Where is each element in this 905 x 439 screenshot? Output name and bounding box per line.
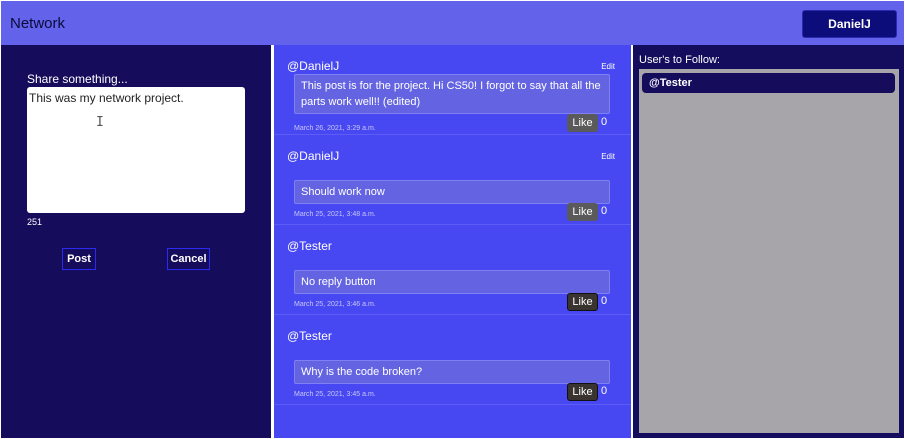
like-count: 0	[601, 295, 608, 307]
top-navbar: Network DanielJ	[1, 1, 904, 45]
post-button[interactable]: Post	[62, 248, 96, 270]
post-date: March 25, 2021, 3:48 a.m.	[294, 211, 376, 218]
share-label: Share something...	[27, 72, 128, 86]
post-content: This post is for the project. Hi CS50! I…	[294, 74, 610, 114]
text-cursor-icon: I	[96, 115, 104, 130]
like-button[interactable]: Like	[567, 383, 598, 401]
cancel-button[interactable]: Cancel	[167, 248, 210, 270]
post-author[interactable]: @Tester	[287, 329, 332, 343]
char-count: 251	[27, 217, 43, 227]
post-textarea[interactable]: This was my network project. I	[27, 87, 245, 213]
like-button[interactable]: Like	[567, 203, 598, 221]
follow-label: User's to Follow:	[639, 54, 720, 66]
post-content: Should work now	[294, 180, 610, 204]
post-date: March 25, 2021, 3:45 a.m.	[294, 391, 376, 398]
posts-feed: @DanielJ Edit This post is for the proje…	[274, 45, 631, 438]
post-author[interactable]: @DanielJ	[287, 59, 339, 73]
follow-user-item[interactable]: @Tester	[642, 73, 895, 93]
compose-panel: Share something... This was my network p…	[1, 45, 271, 438]
post-date: March 25, 2021, 3:46 a.m.	[294, 301, 376, 308]
post-card: @Tester No reply button March 25, 2021, …	[274, 225, 631, 315]
edit-link[interactable]: Edit	[601, 62, 615, 71]
like-count: 0	[601, 116, 608, 128]
follow-panel: User's to Follow: @Tester	[633, 45, 904, 438]
like-count: 0	[601, 205, 608, 217]
like-count: 0	[601, 385, 608, 397]
like-button[interactable]: Like	[567, 114, 598, 132]
post-content: Why is the code broken?	[294, 360, 610, 384]
user-profile-button[interactable]: DanielJ	[802, 10, 897, 38]
follow-list: @Tester	[639, 69, 899, 433]
post-content: No reply button	[294, 270, 610, 294]
post-card: @Tester Why is the code broken? March 25…	[274, 315, 631, 405]
post-card: @DanielJ Edit This post is for the proje…	[274, 45, 631, 135]
post-card: @DanielJ Edit Should work now March 25, …	[274, 135, 631, 225]
post-author[interactable]: @Tester	[287, 239, 332, 253]
post-date: March 26, 2021, 3:29 a.m.	[294, 125, 376, 132]
edit-link[interactable]: Edit	[601, 152, 615, 161]
post-author[interactable]: @DanielJ	[287, 149, 339, 163]
like-button[interactable]: Like	[567, 293, 598, 311]
post-textarea-value: This was my network project.	[29, 91, 184, 105]
brand-title[interactable]: Network	[10, 15, 65, 32]
